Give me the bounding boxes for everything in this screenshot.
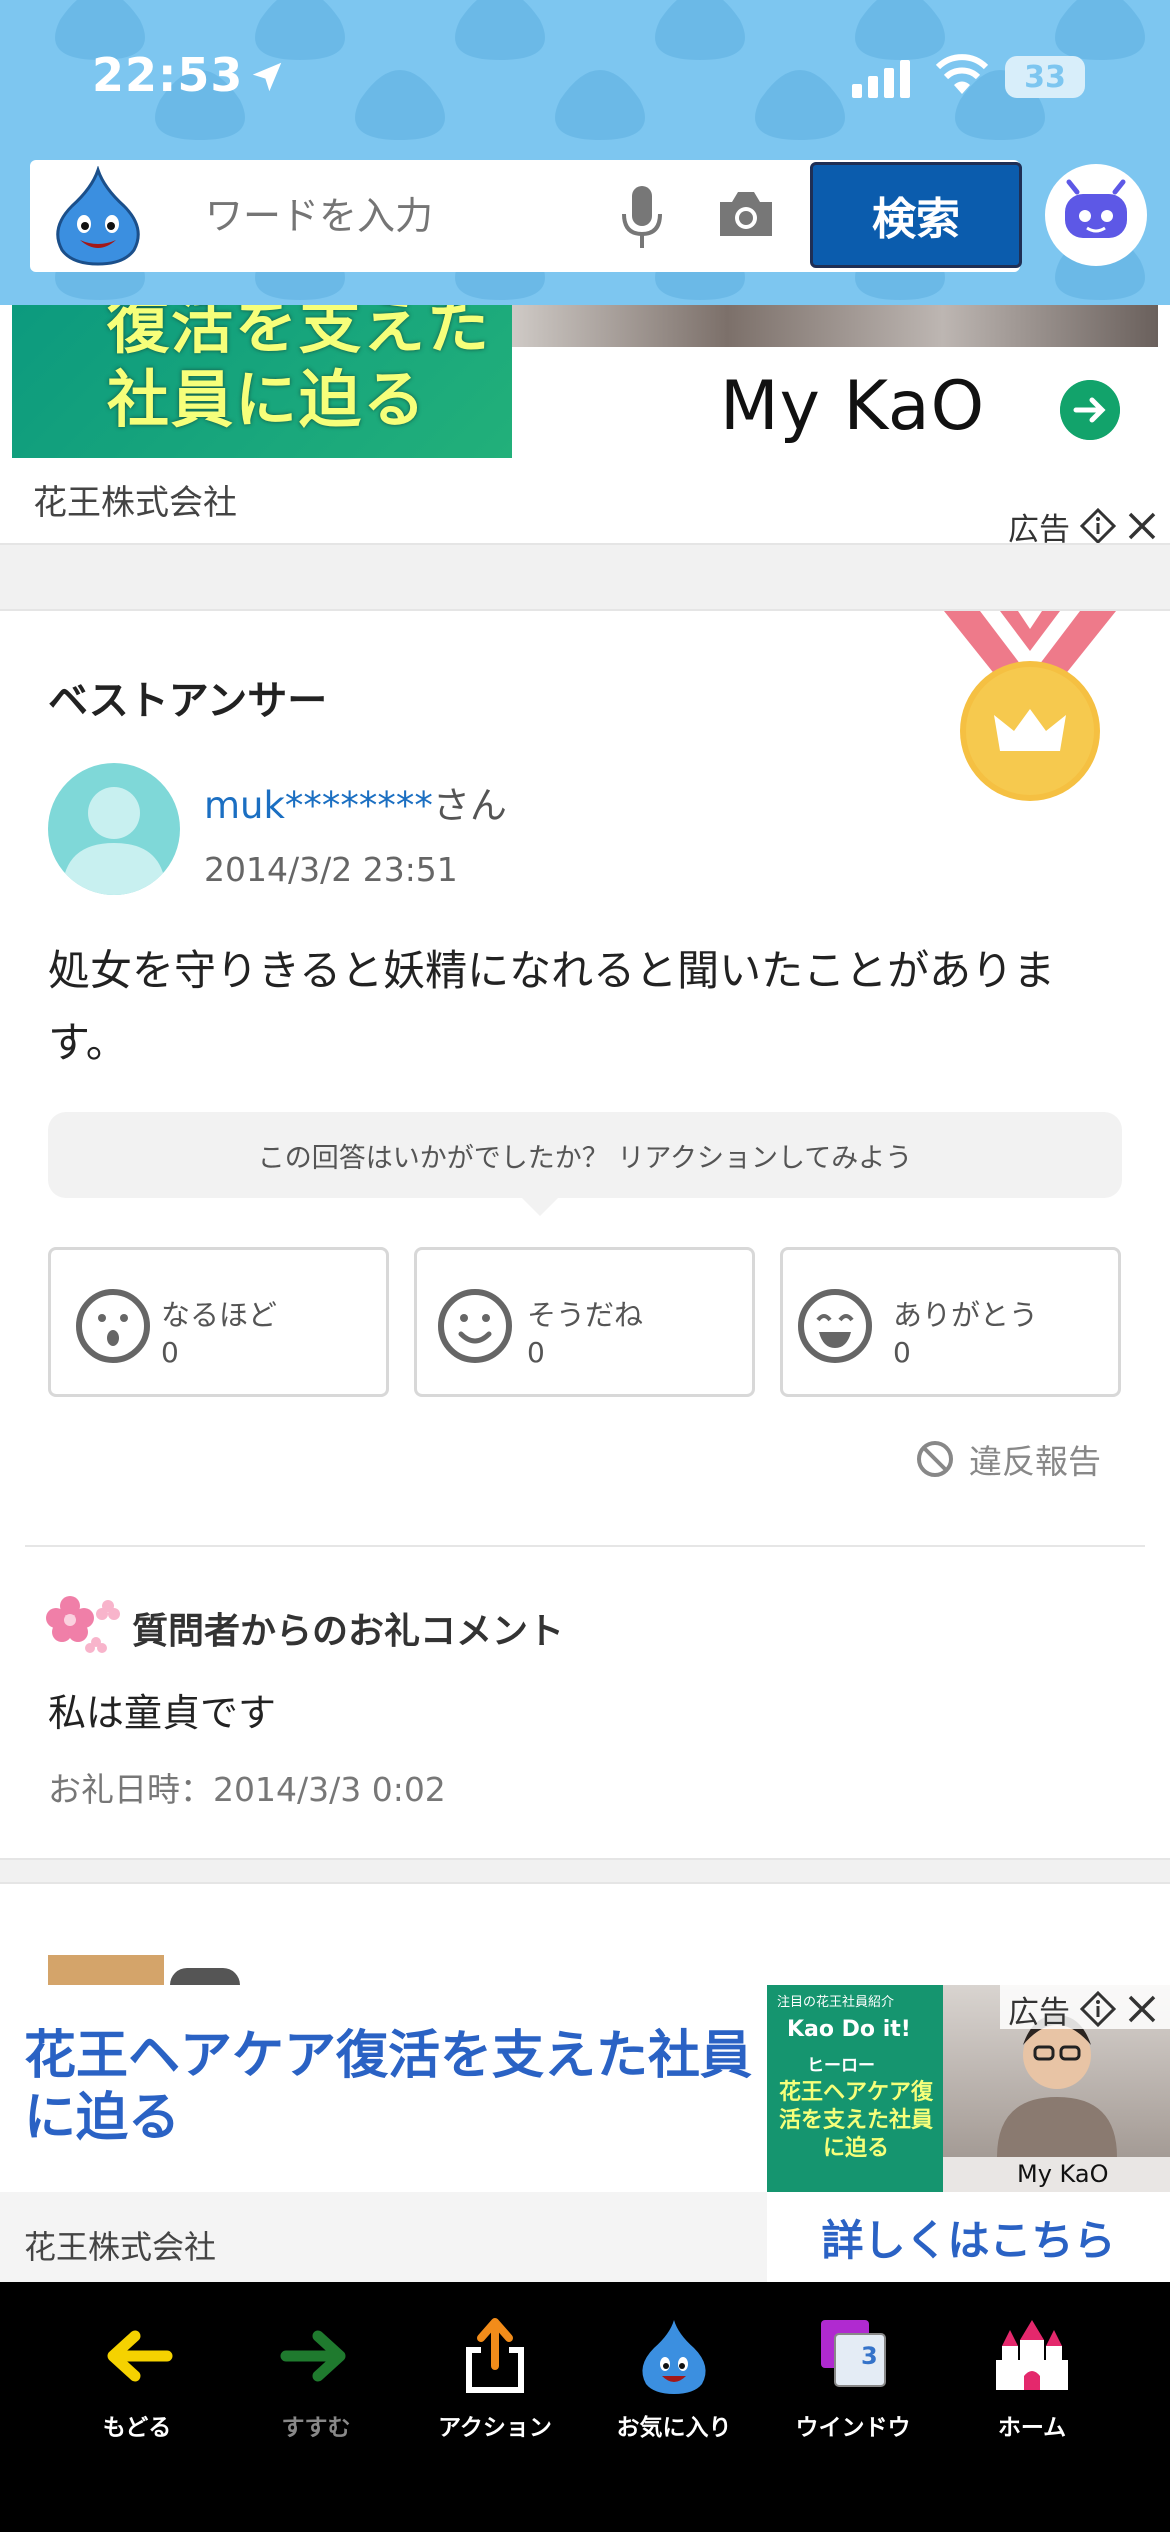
slime-logo-icon[interactable] bbox=[46, 166, 150, 266]
favorites-button[interactable]: お気に入り bbox=[594, 2316, 754, 2456]
mykao-logo: My KaO bbox=[720, 367, 986, 446]
forward-button[interactable]: すすむ bbox=[236, 2316, 396, 2456]
thanks-comment-date: お礼日時：2014/3/3 0:02 bbox=[48, 1770, 446, 1809]
section-separator bbox=[0, 543, 1170, 611]
surprised-face-icon bbox=[76, 1289, 150, 1363]
divider bbox=[25, 1545, 1145, 1547]
arrow-right-icon[interactable] bbox=[1060, 380, 1120, 440]
reaction-count: 0 bbox=[893, 1336, 911, 1369]
reaction-label: なるほど bbox=[161, 1298, 278, 1332]
favorites-label: お気に入り bbox=[616, 2415, 732, 2441]
ad-image-subtitle: ヒーロー bbox=[807, 2056, 875, 2076]
slime-favorite-icon bbox=[642, 2320, 706, 2394]
wifi-icon bbox=[935, 54, 989, 94]
windows-button[interactable]: 3 ウインドウ bbox=[773, 2316, 933, 2456]
ad-details-button[interactable]: 詳しくはこちら bbox=[767, 2192, 1170, 2282]
reaction-naruhodo-button[interactable]: なるほど 0 bbox=[48, 1247, 389, 1397]
reaction-count: 0 bbox=[161, 1336, 179, 1369]
prohibited-icon bbox=[917, 1441, 953, 1477]
forward-label: すすむ bbox=[281, 2415, 351, 2441]
home-button[interactable]: ホーム bbox=[952, 2316, 1112, 2456]
status-time: 22:53 bbox=[92, 48, 244, 102]
ad-banner-image[interactable]: 復活を支えた 社員に迫る bbox=[12, 305, 512, 458]
arrow-left-icon bbox=[107, 2330, 173, 2382]
search-input[interactable] bbox=[205, 160, 605, 272]
windows-label: ウインドウ bbox=[795, 2415, 911, 2441]
location-arrow-icon bbox=[252, 62, 282, 92]
ad-photo-strip bbox=[512, 305, 1158, 347]
smile-face-icon bbox=[438, 1289, 512, 1363]
ad-banner-line2: 社員に迫る bbox=[107, 363, 428, 436]
report-label: 違反報告 bbox=[969, 1442, 1101, 1481]
reaction-arigatou-button[interactable]: ありがとう 0 bbox=[780, 1247, 1121, 1397]
answerer-id[interactable]: muk******** bbox=[204, 784, 433, 827]
ai-assistant-icon[interactable] bbox=[1043, 162, 1149, 268]
medal-icon bbox=[944, 611, 1116, 801]
answer-text: 処女を守りきると妖精になれると聞いたことがあります。 bbox=[48, 946, 1056, 1067]
castle-home-icon bbox=[996, 2320, 1068, 2390]
thanks-comment-text: 私は童貞です bbox=[48, 1691, 277, 1735]
arrow-right-icon bbox=[280, 2330, 346, 2382]
app-header: 22:53 33 検索 bbox=[0, 0, 1170, 305]
reaction-prompt: この回答はいかがでしたか？ リアクションしてみよう bbox=[48, 1112, 1122, 1198]
reaction-soudane-button[interactable]: そうだね 0 bbox=[414, 1247, 755, 1397]
sakura-icon bbox=[46, 1596, 120, 1653]
thanks-comment-title: 質問者からのお礼コメント bbox=[132, 1611, 565, 1652]
ad-headline[interactable]: 花王ヘアケア復活を支えた社員に迫る bbox=[24, 2025, 764, 2149]
answerer-suffix: さん bbox=[432, 784, 507, 827]
ad-label: 広告 bbox=[1000, 1985, 1170, 2031]
reaction-label: ありがとう bbox=[893, 1298, 1039, 1332]
search-button[interactable]: 検索 bbox=[810, 162, 1022, 268]
top-advertisement[interactable]: 復活を支えた 社員に迫る My KaO 花王株式会社 広告 bbox=[0, 305, 1170, 548]
action-button[interactable]: アクション bbox=[415, 2316, 575, 2456]
ad-info-icon[interactable] bbox=[1080, 1991, 1116, 2027]
reaction-count: 0 bbox=[527, 1336, 545, 1369]
ad-company-name: 花王株式会社 bbox=[33, 483, 237, 523]
ad-image-text: 花王ヘアケア復活を支えた社員に迫る bbox=[778, 2080, 933, 2161]
bottom-advertisement[interactable]: 花王ヘアケア復活を支えた社員に迫る 注目の花王社員紹介 Kao Do it! ヒ… bbox=[0, 1985, 1170, 2282]
avatar[interactable] bbox=[48, 763, 180, 895]
cellular-signal-icon bbox=[852, 60, 910, 98]
ad-label-text: 広告 bbox=[1008, 1995, 1070, 2031]
camera-icon[interactable] bbox=[716, 188, 776, 240]
report-violation-link[interactable]: 違反報告 bbox=[915, 1435, 1101, 1483]
next-answer-preview bbox=[48, 1955, 164, 1985]
home-label: ホーム bbox=[997, 2415, 1067, 2441]
best-answer-title: ベストアンサー bbox=[48, 678, 328, 724]
battery-indicator: 33 bbox=[1005, 56, 1085, 98]
answerer-name[interactable]: muk********さん bbox=[204, 775, 507, 829]
ad-footer: 花王株式会社 詳しくはこちら bbox=[0, 2192, 1170, 2282]
answer-date: 2014/3/2 23:51 bbox=[204, 850, 458, 889]
ad-label: 広告 bbox=[1000, 502, 1170, 548]
microphone-icon[interactable] bbox=[620, 184, 664, 252]
close-icon[interactable] bbox=[1126, 510, 1158, 542]
section-separator bbox=[0, 1858, 1170, 1884]
reaction-label: そうだね bbox=[527, 1298, 644, 1332]
default-user-icon bbox=[62, 787, 166, 895]
windows-icon bbox=[821, 2320, 886, 2387]
windows-count-badge: 3 bbox=[861, 2342, 878, 2370]
back-label: もどる bbox=[102, 2415, 172, 2441]
back-button[interactable]: もどる bbox=[57, 2316, 217, 2456]
laughing-face-icon bbox=[798, 1289, 872, 1363]
ad-image-brand: My KaO bbox=[1017, 2160, 1109, 2188]
ad-image-tag: 注目の花王社員紹介 bbox=[777, 1995, 895, 2010]
action-label: アクション bbox=[438, 2415, 552, 2441]
share-icon bbox=[466, 2318, 524, 2393]
reaction-prompt-pointer bbox=[520, 1196, 560, 1216]
next-answer-avatar-preview bbox=[170, 1968, 240, 1985]
close-icon[interactable] bbox=[1126, 1993, 1158, 2025]
ad-image-title: Kao Do it! bbox=[787, 2017, 911, 2042]
bottom-toolbar: もどる すすむ アクション お気に入り 3 ウインドウ ホーム bbox=[0, 2282, 1170, 2532]
ad-info-icon[interactable] bbox=[1080, 508, 1116, 544]
ad-company-name: 花王株式会社 bbox=[24, 2228, 217, 2266]
